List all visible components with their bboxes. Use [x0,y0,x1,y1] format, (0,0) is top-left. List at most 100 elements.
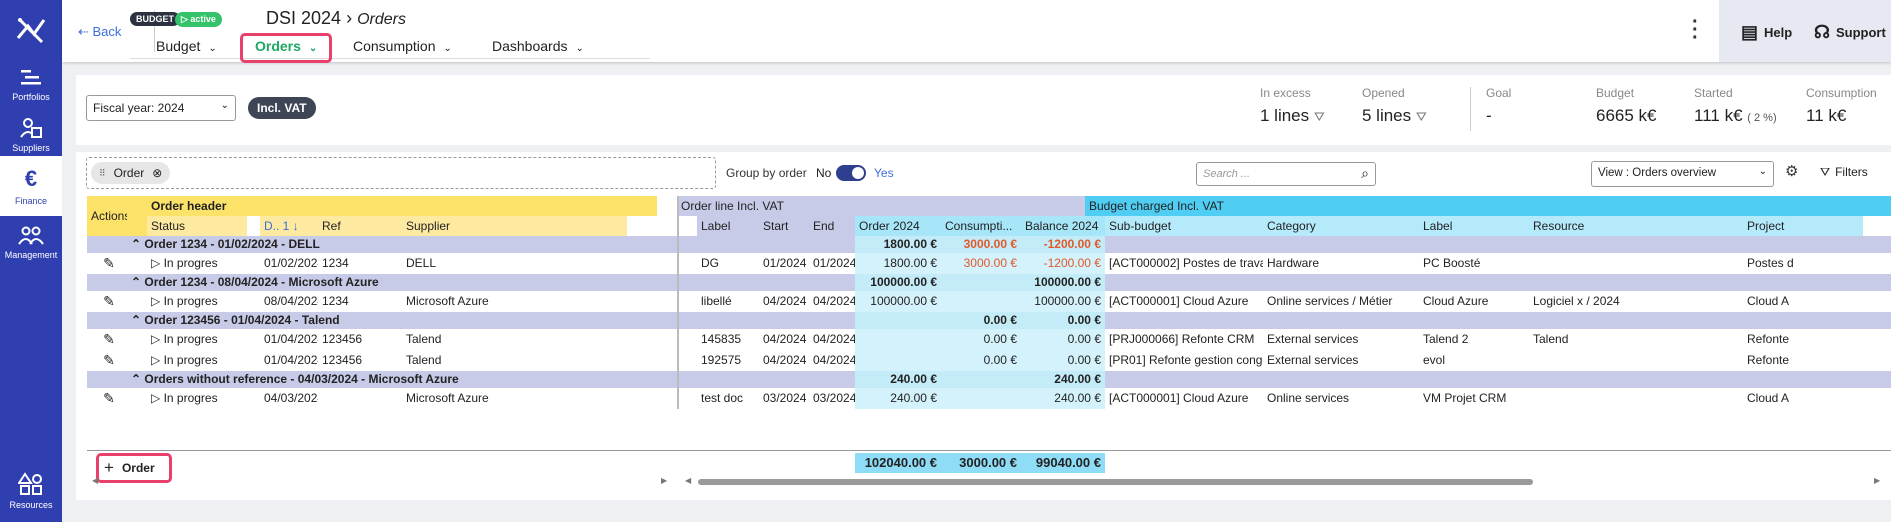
search-icon[interactable]: ⌕ [1361,165,1369,182]
group-dropzone[interactable]: ⠿ Order ⊗ [86,157,716,189]
budget-label: Budget [1596,86,1635,100]
group-row-title[interactable]: ⌃ Order 1234 - 08/04/2024 - Microsoft Az… [127,274,677,291]
support-button[interactable]: ☊ Support [1814,22,1886,43]
kpi-divider [1470,87,1471,131]
column-header-start[interactable]: Start [759,216,809,236]
budget-badge: BUDGET [130,12,180,26]
back-link[interactable]: ⇠ Back [78,24,121,40]
column-header-ref[interactable]: Ref [318,216,402,236]
cell-category: External services [1263,329,1419,350]
cell-balance: 100000.00 € [1021,291,1105,312]
edit-icon[interactable]: ✎ [87,253,127,274]
column-header-supplier[interactable]: Supplier [402,216,627,236]
help-button[interactable]: ▤ Help [1741,22,1792,43]
column-header-consumption[interactable]: Consumpti... [941,216,1021,236]
horizontal-scrollbar[interactable] [698,479,1533,485]
column-header-order2024[interactable]: Order 2024 [855,216,941,236]
started-label: Started [1694,86,1733,100]
drag-handle-icon[interactable]: ⠿ [99,168,106,179]
scroll-right-icon[interactable]: ▶ [1874,476,1880,485]
column-header-balance[interactable]: Balance 2024 [1021,216,1105,236]
cell-resource [1529,350,1743,371]
cell-project: Cloud A [1743,291,1863,312]
app-logo[interactable] [0,0,62,62]
column-header-label2[interactable]: Label [1419,216,1529,236]
cell-subbudget: [PR01] Refonte gestion congés [1105,350,1263,371]
opened-label: Opened [1362,86,1405,100]
filters-button[interactable]: ⛛ Filters [1820,165,1868,180]
euro-icon: € [24,166,38,191]
cell-status: ▷ In progres [147,329,247,350]
tab-label: Consumption [353,38,436,54]
sidebar-item-finance[interactable]: € Finance [0,156,62,216]
gear-icon[interactable]: ⚙ [1785,162,1798,180]
edit-icon[interactable]: ✎ [87,350,127,371]
opened-value[interactable]: 5 lines ⛛ [1362,106,1427,126]
group-row-title[interactable]: ⌃ Order 123456 - 01/04/2024 - Talend [127,312,677,329]
column-header-category[interactable]: Category [1263,216,1419,236]
edit-icon[interactable]: ✎ [87,388,127,409]
vat-toggle[interactable]: Incl. VAT [248,97,316,119]
tabs-underline [130,58,650,59]
group-total-order2024 [855,312,941,329]
column-header-status[interactable]: Status [147,216,247,236]
cell-subbudget: [ACT000001] Cloud Azure [1105,388,1263,409]
scroll-right-icon[interactable]: ▶ [661,476,667,485]
add-order-button[interactable]: + Order [104,458,155,478]
cell-consumption: 0.00 € [941,329,1021,350]
footer-total-order2024: 102040.00 € [855,453,941,473]
plus-icon: + [104,458,114,477]
close-icon[interactable]: ⊗ [152,166,162,180]
actions-header: Actions [87,196,127,236]
sidebar-item-resources[interactable]: Resources [0,462,62,520]
column-header-date[interactable]: D.. 1 ↓ [260,216,318,236]
cell-date: 01/04/2024 [260,329,318,350]
suppliers-icon [20,118,42,138]
group-row-title[interactable]: ⌃ Order 1234 - 01/02/2024 - DELL [127,236,677,253]
cell-supplier: Microsoft Azure [402,388,627,409]
filter-icon[interactable]: ⛛ [1314,109,1325,124]
group-row-title[interactable]: ⌃ Orders without reference - 04/03/2024 … [127,371,677,388]
column-header-resource[interactable]: Resource [1529,216,1743,236]
cell-category: Online services / Métier [1263,291,1419,312]
column-header-label[interactable]: Label [697,216,759,236]
cell-start: 04/2024 [759,329,809,350]
tab-budget[interactable]: Budget ⌄ [156,38,217,54]
cell-ref: 1234 [318,291,402,312]
scroll-left-icon[interactable]: ◀ [685,476,691,485]
filter-icon[interactable]: ⛛ [1416,109,1427,124]
cell-order2024 [855,329,941,350]
fiscal-year-select[interactable]: Fiscal year: 2024 ⌄ [86,95,236,121]
orders-tab-highlight [240,33,332,63]
tab-dashboards[interactable]: Dashboards ⌄ [492,38,584,54]
group-chip-order[interactable]: ⠿ Order ⊗ [91,162,171,184]
column-header-end[interactable]: End [809,216,855,236]
group-header-budget-charged: Budget charged Incl. VAT [1085,196,1891,216]
in-excess-value[interactable]: 1 lines ⛛ [1260,106,1325,126]
search-input[interactable]: Search ... ⌕ [1196,162,1376,186]
column-header-project[interactable]: Project [1743,216,1863,236]
back-label: Back [92,24,122,39]
edit-icon[interactable]: ✎ [87,291,127,312]
help-label: Help [1764,25,1793,40]
more-menu-icon[interactable]: · · · [1692,12,1699,48]
portfolios-icon [21,70,41,85]
cell-label: 145835 [697,329,759,350]
goal-label: Goal [1486,86,1512,100]
tab-consumption[interactable]: Consumption ⌄ [353,38,452,54]
cell-ref: 123456 [318,350,402,371]
sidebar-item-label: Resources [9,500,53,510]
chevron-down-icon: ⌄ [443,43,452,54]
edit-icon[interactable]: ✎ [87,329,127,350]
cell-project: Cloud A [1743,388,1863,409]
fiscal-year-value: Fiscal year: 2024 [93,101,185,115]
group-by-toggle[interactable] [836,165,866,181]
frozen-pane-divider [677,196,679,409]
view-select[interactable]: View : Orders overview ⌄ [1591,161,1774,187]
help-panel: ▤ Help ☊ Support [1719,0,1891,62]
group-total-order2024: 100000.00 € [855,274,941,291]
sidebar-item-management[interactable]: Management [0,212,62,274]
scroll-left-icon[interactable]: ◀ [92,476,98,485]
column-header-subbudget[interactable]: Sub-budget [1105,216,1263,236]
cell-balance: -1200.00 € [1021,253,1105,274]
